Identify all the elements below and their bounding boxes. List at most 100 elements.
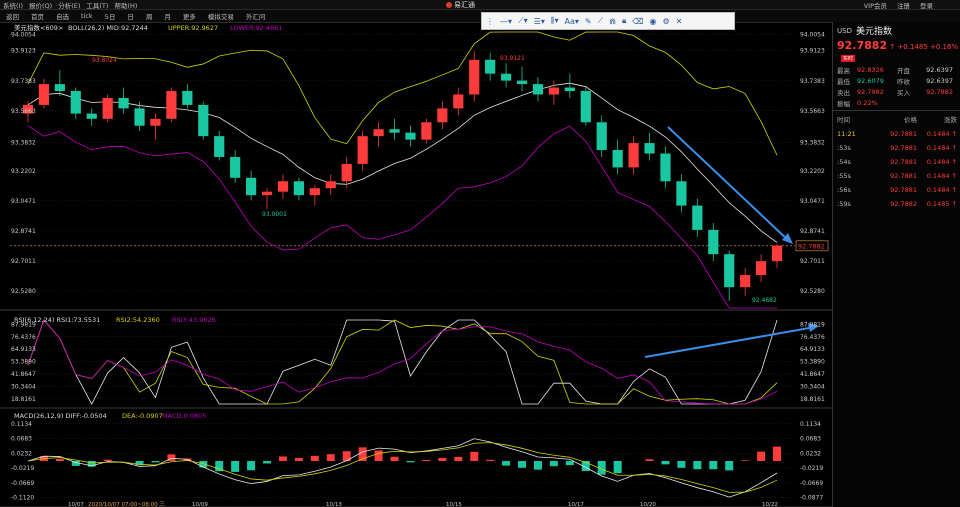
price-tick-left: 92.8741 [11, 228, 36, 235]
date-tick: 10/17 [568, 502, 584, 507]
tool-watchlist[interactable]: 自选 [50, 11, 75, 21]
menu-help[interactable]: 帮助(H) [111, 0, 140, 10]
price-tick-left: 92.5280 [11, 288, 36, 295]
tool-day[interactable]: 日 [121, 11, 140, 21]
rsi-tick-left: 76.4376 [11, 334, 36, 341]
low2-label: 92.4682 [752, 297, 777, 304]
app-logo-icon [446, 2, 452, 8]
symbol-name: 美元指数 [855, 27, 892, 37]
candle-body [596, 122, 607, 151]
quote-row-high: 最高 92.8326 开盘 92.6397 [837, 65, 953, 75]
date-tick: 10/15 [446, 502, 462, 507]
macd-tick-left: 0.0232 [11, 450, 32, 457]
live-badge: 实时 [841, 55, 856, 62]
candle-body [182, 91, 193, 105]
candle-body [469, 59, 480, 95]
vip-link[interactable]: VIP会员 [861, 0, 890, 10]
candle-body [740, 275, 751, 288]
candle-body [612, 150, 623, 168]
tick-row: :56s 92.7881 0.1484 ↑ [837, 186, 957, 194]
candle-body [166, 91, 177, 119]
macd-tick-left: -0.1120 [11, 495, 34, 502]
rsi-tick-left: 30.3404 [11, 383, 36, 390]
rsi3-label: RSI3:43.9626 [172, 316, 216, 324]
tool-home[interactable]: 首页 [25, 11, 50, 21]
price-tick-left: 93.9123 [11, 48, 36, 55]
candle-body [198, 104, 209, 137]
tick-row: :54s 92.7881 0.1484 ↑ [837, 158, 957, 166]
menu-tools[interactable]: 工具(T) [83, 0, 111, 10]
tool-month[interactable]: 月 [158, 11, 177, 21]
candle-body [453, 94, 464, 109]
boll-lower-line [27, 125, 778, 309]
macd-dea-line [27, 442, 778, 493]
candle-body [660, 153, 671, 182]
rsi-label: RSI(6,12,24) RSI1:73.5531 [14, 316, 100, 324]
app-title: 易汇通 [446, 0, 475, 10]
candle-body [341, 163, 352, 182]
symbol-code: USD [837, 26, 852, 35]
candle-body [357, 136, 368, 164]
price-change: ↑ +0.1485 +0.16% [889, 43, 959, 51]
tool-sim-trade[interactable]: 模拟交易 [202, 11, 240, 21]
ticks-header: 时间 价格 涨跌 [833, 110, 960, 127]
price-tick-right: 93.5663 [800, 108, 825, 115]
main-indicator-label: 美元指数<609> [14, 23, 63, 32]
rsi-lines [27, 319, 819, 405]
price-tick-left: 93.2202 [11, 168, 36, 175]
candle-body [293, 181, 305, 196]
price-tick-left: 92.7011 [11, 258, 36, 265]
tool-tick[interactable]: tick [75, 12, 99, 20]
candle-body [755, 261, 767, 276]
tool-back[interactable]: 返回 [0, 11, 25, 21]
date-tick: 10/22 [762, 502, 778, 507]
macd-tick-left: 0.1134 [11, 421, 32, 428]
candle-body [405, 132, 416, 140]
rsi2-line [27, 319, 778, 405]
rsi-tick-right: 87.9819 [800, 321, 825, 328]
high2-label: 93.9121 [500, 55, 525, 62]
candle-body [86, 113, 97, 119]
rsi-tick-left: 18.8161 [11, 396, 36, 403]
menu-system[interactable]: 系统(I) [0, 0, 26, 10]
lower-label: LOWER:92.4861 [230, 24, 282, 32]
candle-body [309, 188, 320, 196]
rsi-tick-right: 41.8647 [800, 371, 825, 378]
tick-row: :59s 92.7882 0.1485 ↑ [837, 200, 957, 208]
candle-body [676, 181, 687, 206]
candle-body [580, 91, 591, 123]
rsi-trend-arrow [644, 326, 816, 358]
price-chart[interactable]: 94.0054 94.0054 93.9123 93.9123 93.7383 93.73… [0, 22, 832, 507]
tool-5day[interactable]: 5日 [99, 11, 122, 21]
macd-tick-left: 0.0683 [11, 436, 32, 443]
macd-value-label: MACD:0.0805 [162, 412, 206, 420]
login-link[interactable]: 登录 [917, 0, 936, 10]
quote-row-low: 最低 92.6079 昨收 92.6397 [837, 76, 953, 86]
tool-more[interactable]: 更多 [177, 11, 202, 21]
candles [22, 51, 783, 302]
macd-tick-left: -0.0219 [11, 465, 34, 472]
top-menu-bar: 系统(I) 报价(Q) 分析(E) 工具(T) 帮助(H) 易汇通 VIP会员 … [0, 0, 960, 10]
register-link[interactable]: 注册 [894, 0, 913, 10]
date-tick: 10/09 [192, 502, 208, 507]
macd-tick-right: -0.0219 [800, 465, 823, 472]
candle-body [644, 143, 655, 154]
candle-body [485, 59, 496, 74]
menu-quote[interactable]: 报价(Q) [26, 0, 55, 10]
candle-body [102, 97, 113, 119]
tool-week[interactable]: 周 [140, 11, 159, 21]
rsi-tick-left: 64.9133 [11, 346, 36, 353]
price-tick-right: 93.7383 [800, 78, 825, 85]
tick-row: :55s 92.7881 0.1484 ↑ [837, 172, 957, 180]
rsi-tick-right: 76.4376 [800, 334, 825, 341]
macd-plot [27, 438, 782, 498]
macd-diff-line [27, 438, 778, 498]
candle-body [373, 129, 384, 137]
menu-analysis[interactable]: 分析(E) [55, 0, 83, 10]
rsi-tick-right: 18.8161 [800, 396, 825, 403]
tool-forex-ask[interactable]: 外汇问 [240, 11, 272, 21]
price-tick-left: 94.0054 [11, 32, 36, 39]
price-tick-right: 93.3832 [800, 140, 825, 147]
macd-tick-right: 0.0232 [800, 450, 821, 457]
price-tick-right: 93.2202 [800, 168, 825, 175]
